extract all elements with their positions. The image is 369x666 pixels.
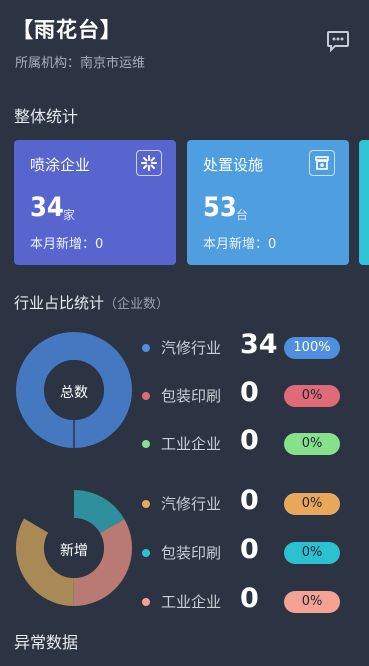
legend-name: 汽修行业	[161, 495, 222, 513]
overall-section-title: 整体统计	[14, 107, 79, 126]
card-label: 喷涂企业	[30, 156, 91, 174]
legend-value: 0	[240, 583, 259, 614]
percent-badge: 0%	[284, 493, 340, 515]
legend-name: 包装印刷	[161, 544, 222, 562]
legend-name: 工业企业	[161, 435, 222, 453]
legend-value: 34	[240, 329, 278, 360]
abnormal-section-title: 异常数据	[14, 633, 79, 652]
card-label: 处置设施	[203, 156, 264, 174]
new-donut-chart: 新增	[16, 490, 132, 606]
message-button[interactable]	[326, 30, 350, 53]
total-donut-chart: 总数	[16, 332, 132, 448]
percent-badge: 100%	[284, 337, 340, 359]
donut-center-label: 新增	[60, 543, 88, 559]
spray-enterprise-card[interactable]: 喷涂企业 34 家 本月新增：0	[14, 140, 176, 265]
legend-dot	[142, 598, 150, 606]
legend-value: 0	[240, 534, 259, 565]
legend-value: 0	[240, 485, 259, 516]
card-value: 53	[203, 192, 237, 223]
legend-dot	[142, 440, 150, 448]
legend-name: 包装印刷	[161, 387, 222, 405]
legend-dot	[142, 549, 150, 557]
card-unit: 台	[236, 208, 249, 222]
chat-bubble-icon	[327, 31, 349, 53]
legend-dot	[142, 500, 150, 508]
spray-icon	[136, 150, 162, 176]
org-label: 所属机构：南京市运维	[15, 56, 146, 71]
industry-title-hint: （企业数）	[104, 297, 170, 312]
next-card-peek[interactable]	[359, 140, 369, 265]
percent-badge: 0%	[284, 433, 340, 455]
industry-section-title: 行业占比统计（企业数）	[14, 292, 169, 313]
facility-icon	[309, 150, 335, 176]
card-unit: 家	[63, 208, 76, 222]
legend-name: 汽修行业	[161, 339, 222, 357]
percent-badge: 0%	[284, 542, 340, 564]
card-monthly-new: 本月新增：0	[203, 237, 277, 252]
legend-value: 0	[240, 377, 259, 408]
card-monthly-new: 本月新增：0	[30, 237, 104, 252]
percent-badge: 0%	[284, 385, 340, 407]
legend-value: 0	[240, 425, 259, 456]
industry-title-text: 行业占比统计	[14, 294, 105, 312]
facility-card[interactable]: 处置设施 53 台 本月新增：0	[187, 140, 349, 265]
legend-dot	[142, 392, 150, 400]
page-title: 【雨花台】	[12, 18, 122, 42]
legend-name: 工业企业	[161, 593, 222, 611]
donut-center-label: 总数	[60, 385, 88, 401]
percent-badge: 0%	[284, 591, 340, 613]
card-value: 34	[30, 192, 64, 223]
legend-dot	[142, 344, 150, 352]
